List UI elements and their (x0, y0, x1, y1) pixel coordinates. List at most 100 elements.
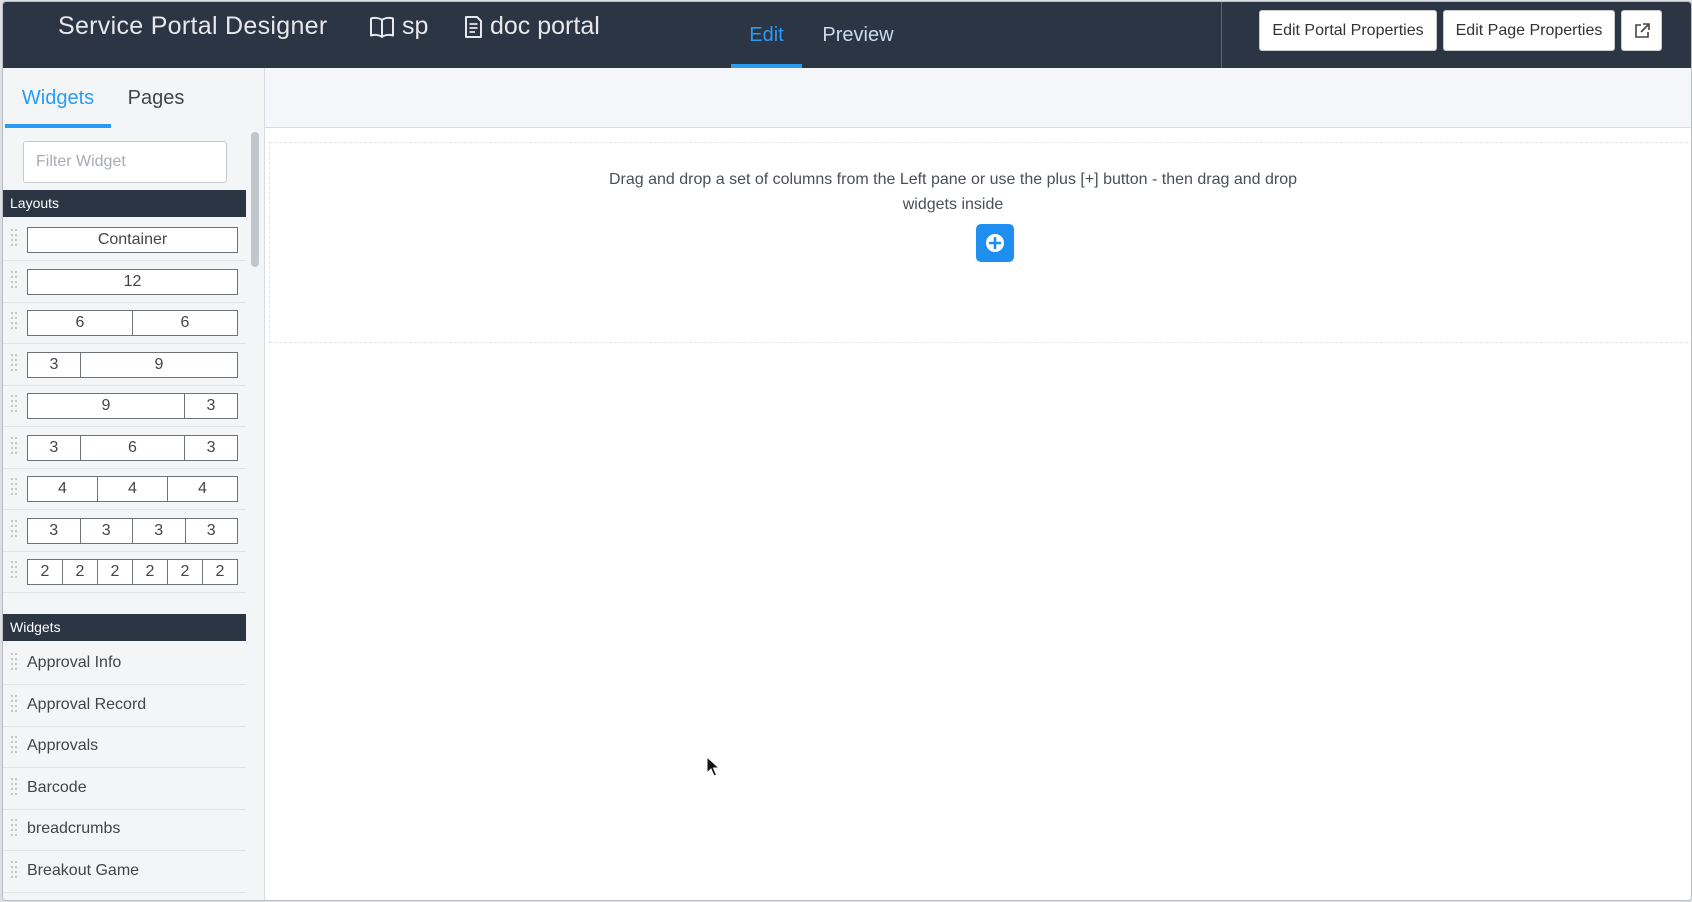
document-icon (465, 15, 482, 38)
layout-column: 2 (167, 560, 202, 584)
drag-handle-icon[interactable] (11, 519, 19, 538)
layout-column: 9 (101, 397, 111, 414)
layout-preview: 12 (27, 268, 238, 295)
drag-handle-icon[interactable] (11, 777, 19, 796)
widget-item[interactable]: Breakout Game (3, 849, 246, 893)
layout-column: 9 (80, 352, 237, 377)
layout-item[interactable]: Container (3, 217, 246, 261)
layout-item[interactable]: 39 (3, 342, 246, 386)
layout-column: 3 (49, 521, 59, 539)
layout-column: 4 (58, 480, 67, 497)
layout-item[interactable]: 66 (3, 300, 246, 344)
layout-column: 4 (97, 477, 167, 501)
container-drop-zone[interactable]: Drag and drop a set of columns from the … (269, 142, 1691, 343)
widget-label: Approval Record (27, 695, 147, 713)
layout-preview: 444 (27, 476, 238, 502)
layout-column: 12 (123, 272, 142, 290)
layout-column: 3 (79, 518, 133, 543)
layout-column: 3 (184, 435, 237, 460)
widget-label: Approval Info (27, 654, 122, 671)
drag-handle-icon[interactable] (11, 353, 19, 372)
mouse-cursor-icon (706, 756, 720, 777)
layout-item[interactable]: 12 (3, 259, 246, 303)
open-external-button[interactable] (1621, 10, 1662, 51)
page-breadcrumb[interactable]: doc portal (463, 12, 600, 41)
drag-handle-icon[interactable] (11, 653, 19, 671)
designer-window: Service Portal Designer sp doc portal Ed… (2, 1, 1692, 901)
layout-preview: 363 (27, 434, 238, 461)
layout-item[interactable]: 93 (3, 383, 246, 427)
layout-column: 3 (132, 518, 185, 543)
layout-column: 3 (184, 394, 237, 418)
edit-portal-properties-button[interactable]: Edit Portal Properties (1259, 10, 1437, 51)
layout-column: 2 (97, 560, 132, 584)
widget-item[interactable]: breadcrumbs (3, 807, 246, 851)
external-link-icon (1634, 22, 1650, 38)
left-pane: Widgets Pages Layouts Container126639933… (3, 68, 265, 900)
drag-handle-icon[interactable] (11, 436, 19, 455)
layout-column: 3 (49, 355, 59, 373)
portal-name: sp (402, 12, 429, 40)
drag-handle-icon[interactable] (11, 860, 19, 879)
drag-handle-icon[interactable] (11, 229, 19, 247)
edit-page-properties-button[interactable]: Edit Page Properties (1443, 10, 1615, 51)
layouts-section-header: Layouts (3, 190, 246, 217)
layout-column: 3 (184, 518, 238, 543)
layout-item[interactable]: 3333 (3, 508, 246, 552)
drag-handle-icon[interactable] (11, 478, 19, 496)
drag-handle-icon[interactable] (11, 819, 19, 837)
layout-preview: 66 (27, 310, 238, 336)
widget-label: Breakout Game (27, 861, 140, 879)
widgets-section-header: Widgets (3, 614, 246, 641)
layout-column: 2 (40, 563, 50, 580)
layout-column: 2 (202, 560, 237, 584)
add-container-button[interactable] (976, 224, 1014, 262)
layout-preview: 93 (27, 393, 238, 419)
layout-column: 6 (132, 311, 237, 335)
widget-item[interactable]: Approvals (3, 724, 246, 768)
top-bar: Service Portal Designer sp doc portal Ed… (3, 2, 1691, 68)
drag-handle-icon[interactable] (11, 312, 19, 330)
layout-item[interactable]: 444 (3, 466, 246, 510)
app-title: Service Portal Designer (58, 12, 328, 40)
drag-handle-icon[interactable] (11, 694, 19, 713)
widget-item[interactable]: Barcode (3, 766, 246, 810)
layout-column: 4 (167, 477, 237, 501)
widget-item[interactable]: Approval Record (3, 683, 246, 727)
widget-label: Barcode (27, 778, 87, 796)
layout-item[interactable]: 363 (3, 425, 246, 469)
tab-edit[interactable]: Edit (731, 2, 802, 68)
drag-handle-icon[interactable] (11, 736, 19, 754)
drag-handle-icon[interactable] (11, 270, 19, 289)
layout-column: 2 (62, 560, 97, 584)
filter-widget-input[interactable] (23, 141, 227, 183)
layout-item[interactable]: 222222 (3, 549, 246, 593)
header-divider (1221, 2, 1222, 68)
portal-breadcrumb[interactable]: sp (369, 12, 428, 41)
widget-label: breadcrumbs (27, 820, 121, 837)
widget-label: Approvals (27, 737, 99, 754)
tab-preview[interactable]: Preview (813, 2, 903, 68)
left-pane-tabs: Widgets Pages (3, 68, 264, 128)
drag-handle-icon[interactable] (11, 395, 19, 413)
left-pane-scrollbar[interactable] (251, 132, 259, 267)
layout-preview: 222222 (27, 559, 238, 585)
page-name: doc portal (490, 12, 600, 40)
layout-preview: Container (27, 227, 238, 253)
page-canvas: Drag and drop a set of columns from the … (265, 68, 1691, 900)
tab-widgets[interactable]: Widgets (5, 68, 111, 128)
canvas-toolbar-strip (265, 68, 1691, 128)
drag-handle-icon[interactable] (11, 561, 19, 579)
layout-column: 3 (49, 438, 59, 456)
layout-column: 6 (75, 314, 85, 331)
layout-column: 6 (79, 435, 185, 460)
tab-pages[interactable]: Pages (118, 68, 194, 128)
plus-circle-icon (986, 234, 1004, 252)
widget-item[interactable]: Approval Info (3, 641, 246, 685)
book-icon (370, 16, 394, 38)
drop-instructions: Drag and drop a set of columns from the … (609, 171, 1297, 213)
layout-column: Container (97, 231, 168, 248)
layout-column: 2 (132, 560, 167, 584)
layout-preview: 39 (27, 351, 238, 378)
layout-preview: 3333 (27, 517, 238, 544)
